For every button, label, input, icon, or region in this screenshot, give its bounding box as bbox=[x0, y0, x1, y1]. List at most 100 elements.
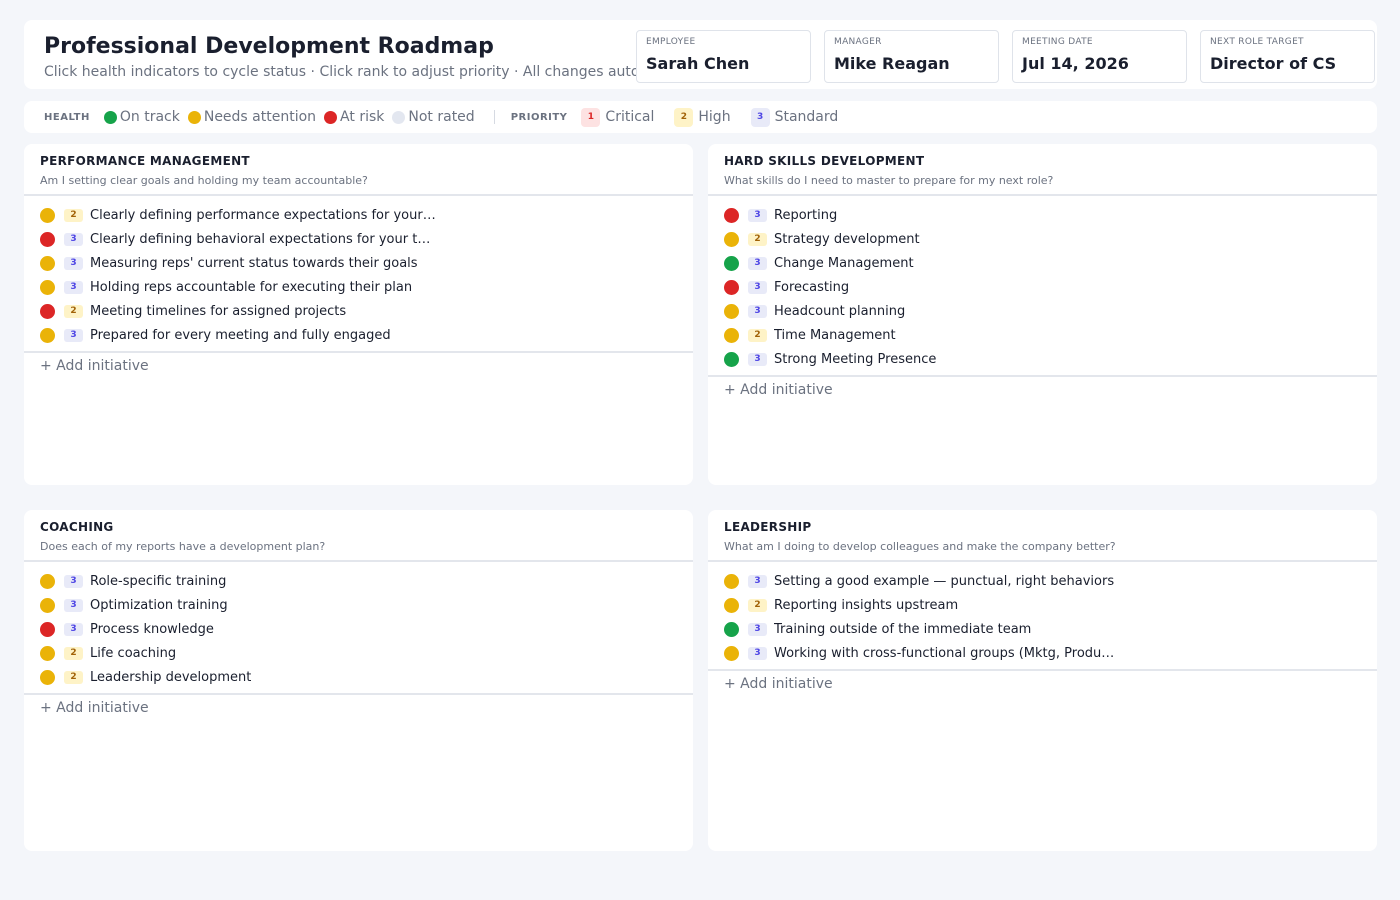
add-initiative-button[interactable]: + Add initiative bbox=[24, 357, 149, 375]
initiative-label[interactable]: Time Management bbox=[774, 328, 896, 343]
rank-badge[interactable]: 3 bbox=[748, 352, 767, 366]
initiative-label[interactable]: Holding reps accountable for executing t… bbox=[90, 280, 412, 295]
initiative-label[interactable]: Prepared for every meeting and fully eng… bbox=[90, 328, 391, 343]
initiative-label[interactable]: Working with cross-functional groups (Mk… bbox=[774, 646, 1121, 661]
panel-header: LEADERSHIP What am I doing to develop co… bbox=[708, 510, 1377, 562]
health-indicator[interactable] bbox=[724, 255, 739, 271]
health-indicator[interactable] bbox=[40, 231, 55, 247]
initiative-label[interactable]: Clearly defining performance expectation… bbox=[90, 208, 437, 223]
health-indicator[interactable] bbox=[724, 645, 739, 661]
rank-badge[interactable]: 2 bbox=[748, 232, 767, 246]
rank-badge[interactable]: 3 bbox=[748, 646, 767, 660]
health-indicator[interactable] bbox=[724, 573, 739, 589]
initiative-label[interactable]: Strategy development bbox=[774, 232, 920, 247]
health-legend: HEALTH On track Needs attention At risk … bbox=[44, 109, 483, 125]
add-initiative-button[interactable]: + Add initiative bbox=[708, 675, 833, 693]
initiative-label[interactable]: Process knowledge bbox=[90, 622, 214, 637]
rank-badge[interactable]: 3 bbox=[64, 622, 83, 636]
health-indicator[interactable] bbox=[40, 279, 55, 295]
gray-dot-icon bbox=[392, 110, 406, 124]
health-indicator[interactable] bbox=[724, 327, 739, 343]
initiative-row: 2 Leadership development bbox=[24, 665, 693, 689]
legend-needs-attention: Needs attention bbox=[187, 109, 316, 125]
rank-badge[interactable]: 3 bbox=[64, 232, 83, 246]
legend-bar: HEALTH On track Needs attention At risk … bbox=[24, 101, 1377, 133]
health-indicator[interactable] bbox=[40, 303, 55, 319]
add-initiative-button[interactable]: + Add initiative bbox=[24, 699, 149, 717]
rank-badge[interactable]: 2 bbox=[64, 304, 83, 318]
rank-badge[interactable]: 2 bbox=[748, 598, 767, 612]
meeting-date-field[interactable]: MEETING DATE Jul 14, 2026 bbox=[1012, 30, 1187, 83]
initiative-label[interactable]: Leadership development bbox=[90, 670, 251, 685]
initiative-label[interactable]: Measuring reps' current status towards t… bbox=[90, 256, 418, 271]
item-list: 3 Role-specific training 3 Optimization tra… bbox=[24, 562, 693, 695]
page-header: Professional Development Roadmap Click h… bbox=[24, 20, 1377, 89]
rank-badge[interactable]: 2 bbox=[64, 646, 83, 660]
health-indicator[interactable] bbox=[40, 573, 55, 589]
rank-badge[interactable]: 3 bbox=[748, 280, 767, 294]
rank-2-badge: 2 bbox=[674, 107, 694, 127]
rank-badge[interactable]: 3 bbox=[748, 304, 767, 318]
rank-badge[interactable]: 3 bbox=[64, 598, 83, 612]
rank-badge[interactable]: 2 bbox=[64, 208, 83, 222]
panel-header: COACHING Does each of my reports have a … bbox=[24, 510, 693, 562]
rank-badge[interactable]: 3 bbox=[748, 208, 767, 222]
next-role-target-field[interactable]: NEXT ROLE TARGET Director of CS bbox=[1200, 30, 1375, 83]
rank-badge[interactable]: 3 bbox=[748, 622, 767, 636]
initiative-label[interactable]: Life coaching bbox=[90, 646, 176, 661]
health-indicator[interactable] bbox=[40, 669, 55, 685]
rank-badge[interactable]: 3 bbox=[64, 256, 83, 270]
item-list: 2 Clearly defining performance expectatio… bbox=[24, 196, 693, 353]
initiative-label[interactable]: Role-specific training bbox=[90, 574, 226, 589]
health-indicator[interactable] bbox=[40, 207, 55, 223]
health-indicator[interactable] bbox=[40, 645, 55, 661]
employee-label: EMPLOYEE bbox=[646, 37, 696, 47]
health-indicator[interactable] bbox=[40, 327, 55, 343]
panel-question: Does each of my reports have a developme… bbox=[40, 540, 326, 553]
initiative-row: 2 Time Management bbox=[708, 323, 1377, 347]
health-indicator[interactable] bbox=[40, 621, 55, 637]
health-indicator[interactable] bbox=[724, 621, 739, 637]
initiative-label[interactable]: Headcount planning bbox=[774, 304, 905, 319]
panel-hard-skills-development: HARD SKILLS DEVELOPMENT What skills do I… bbox=[708, 144, 1377, 485]
initiative-row: 3 Holding reps accountable for executing … bbox=[24, 275, 693, 299]
initiative-label[interactable]: Reporting insights upstream bbox=[774, 598, 958, 613]
initiative-label[interactable]: Reporting bbox=[774, 208, 837, 223]
initiative-label[interactable]: Clearly defining behavioral expectations… bbox=[90, 232, 437, 247]
health-indicator[interactable] bbox=[724, 231, 739, 247]
initiative-row: 3 Training outside of the immediate team bbox=[708, 617, 1377, 641]
item-list: 3 Reporting 2 Strategy development 3 Change M… bbox=[708, 196, 1377, 377]
legend-critical-label: Critical bbox=[605, 109, 655, 125]
initiative-row: 3 Headcount planning bbox=[708, 299, 1377, 323]
legend-high-label: High bbox=[698, 109, 731, 125]
rank-badge[interactable]: 3 bbox=[64, 574, 83, 588]
rank-3-badge: 3 bbox=[750, 107, 770, 127]
rank-badge[interactable]: 3 bbox=[64, 328, 83, 342]
health-indicator[interactable] bbox=[40, 255, 55, 271]
rank-badge[interactable]: 3 bbox=[64, 280, 83, 294]
rank-badge[interactable]: 2 bbox=[748, 328, 767, 342]
initiative-label[interactable]: Meeting timelines for assigned projects bbox=[90, 304, 346, 319]
rank-badge[interactable]: 3 bbox=[748, 256, 767, 270]
initiative-label[interactable]: Optimization training bbox=[90, 598, 228, 613]
manager-field[interactable]: MANAGER Mike Reagan bbox=[824, 30, 999, 83]
initiative-label[interactable]: Forecasting bbox=[774, 280, 849, 295]
health-indicator[interactable] bbox=[724, 207, 739, 223]
initiative-label[interactable]: Strong Meeting Presence bbox=[774, 352, 936, 367]
rank-badge[interactable]: 3 bbox=[748, 574, 767, 588]
employee-field[interactable]: EMPLOYEE Sarah Chen bbox=[636, 30, 811, 83]
rank-badge[interactable]: 2 bbox=[64, 670, 83, 684]
initiative-label[interactable]: Setting a good example — punctual, right… bbox=[774, 574, 1114, 589]
initiative-label[interactable]: Change Management bbox=[774, 256, 914, 271]
health-legend-heading: HEALTH bbox=[44, 111, 90, 123]
health-indicator[interactable] bbox=[724, 597, 739, 613]
health-indicator[interactable] bbox=[724, 279, 739, 295]
add-initiative-button[interactable]: + Add initiative bbox=[708, 381, 833, 399]
panel-coaching: COACHING Does each of my reports have a … bbox=[24, 510, 693, 851]
health-indicator[interactable] bbox=[724, 351, 739, 367]
health-indicator[interactable] bbox=[40, 597, 55, 613]
legend-critical: 1 Critical bbox=[581, 107, 655, 127]
health-indicator[interactable] bbox=[724, 303, 739, 319]
title-block: Professional Development Roadmap Click h… bbox=[44, 32, 640, 81]
initiative-label[interactable]: Training outside of the immediate team bbox=[774, 622, 1031, 637]
